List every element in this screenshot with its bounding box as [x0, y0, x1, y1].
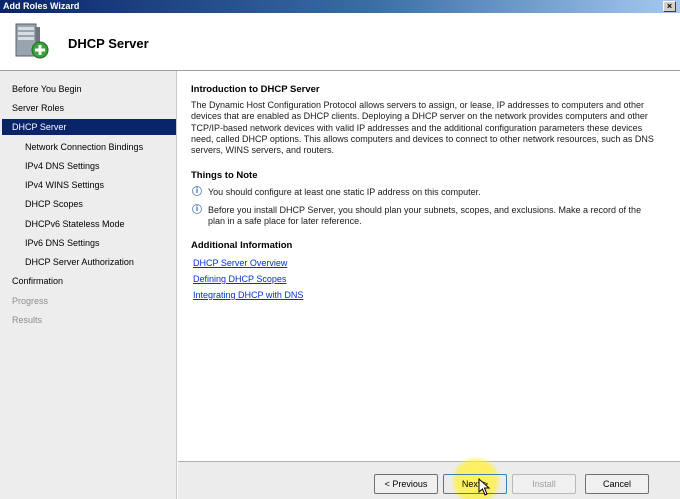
info-icon: i: [192, 186, 202, 196]
sidebar-item-ipv4-dns-settings[interactable]: IPv4 DNS Settings: [2, 158, 176, 174]
sidebar-item-results: Results: [12, 315, 43, 325]
server-add-icon: [15, 23, 49, 59]
note-static-ip: You should configure at least one static…: [208, 187, 481, 197]
notes-heading: Things to Note: [191, 170, 258, 181]
previous-button[interactable]: < Previous: [374, 474, 438, 494]
wizard-footer: < Previous Next > Install Cancel: [178, 457, 680, 499]
intro-heading: Introduction to DHCP Server: [191, 84, 320, 95]
sidebar-item-before-you-begin[interactable]: Before You Begin: [2, 81, 176, 97]
mouse-cursor-icon: [478, 478, 491, 496]
close-button[interactable]: ×: [663, 1, 676, 12]
sidebar-item-dhcp-server-authorization[interactable]: DHCP Server Authorization: [2, 254, 176, 270]
page-title: DHCP Server: [68, 36, 149, 51]
wizard-content: Introduction to DHCP Server The Dynamic …: [178, 71, 680, 461]
link-dhcp-server-overview[interactable]: DHCP Server Overview: [193, 258, 287, 268]
sidebar-item-server-roles[interactable]: Server Roles: [2, 100, 176, 116]
next-button[interactable]: Next >: [443, 474, 507, 494]
sidebar-item-progress: Progress: [12, 296, 49, 306]
wizard-header: DHCP Server: [0, 13, 680, 71]
sidebar-item-dhcp-scopes[interactable]: DHCP Scopes: [2, 196, 176, 212]
sidebar-item-dhcpv6-stateless-mode[interactable]: DHCPv6 Stateless Mode: [2, 216, 176, 232]
wizard-step-sidebar: Before You Begin Server Roles DHCP Serve…: [0, 71, 177, 499]
intro-paragraph: The Dynamic Host Configuration Protocol …: [191, 100, 654, 156]
sidebar-item-confirmation[interactable]: Confirmation: [2, 273, 176, 289]
install-button: Install: [512, 474, 576, 494]
sidebar-item-ipv6-dns-settings[interactable]: IPv6 DNS Settings: [2, 235, 176, 251]
sidebar-item-ipv4-wins-settings[interactable]: IPv4 WINS Settings: [2, 177, 176, 193]
sidebar-item-network-connection-bindings[interactable]: Network Connection Bindings: [2, 139, 176, 155]
window-title: Add Roles Wizard: [3, 1, 80, 11]
link-defining-dhcp-scopes[interactable]: Defining DHCP Scopes: [193, 274, 286, 284]
info-icon: i: [192, 204, 202, 214]
note-plan-subnets: Before you install DHCP Server, you shou…: [208, 205, 642, 226]
cancel-button[interactable]: Cancel: [585, 474, 649, 494]
window-titlebar: Add Roles Wizard ×: [0, 0, 680, 13]
link-integrating-dhcp-with-dns[interactable]: Integrating DHCP with DNS: [193, 290, 303, 300]
close-icon: ×: [666, 1, 673, 11]
sidebar-item-dhcp-server[interactable]: DHCP Server: [2, 119, 176, 135]
additional-info-heading: Additional Information: [191, 240, 293, 251]
